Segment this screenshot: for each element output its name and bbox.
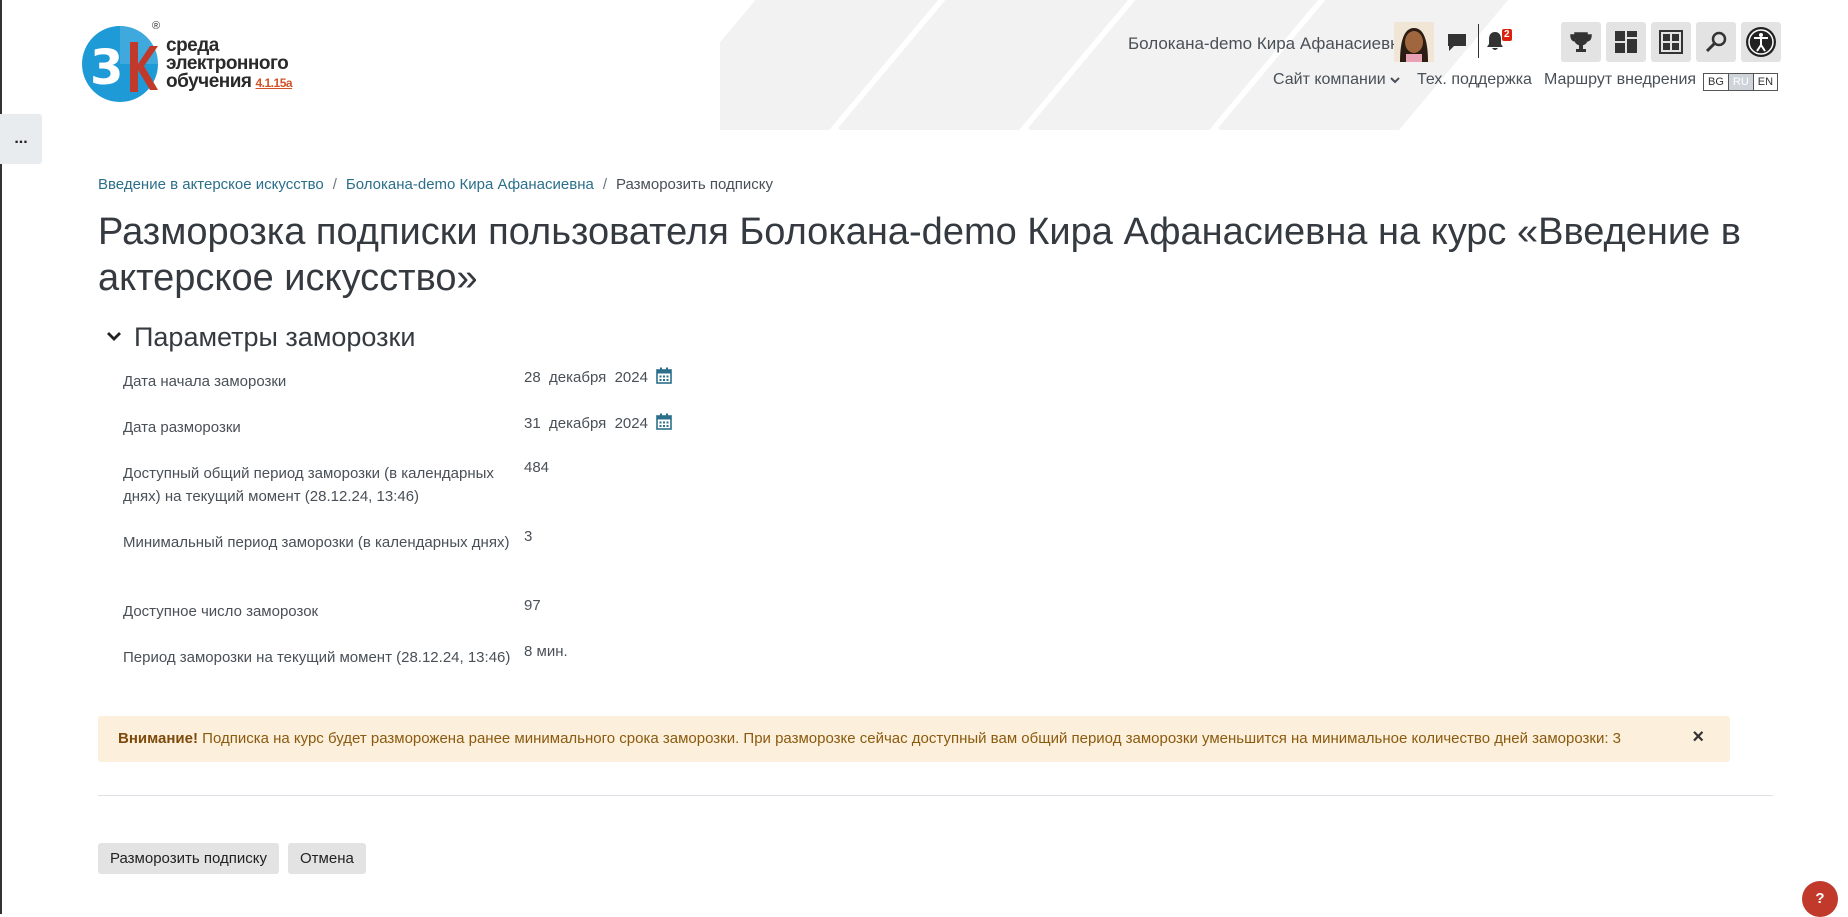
svg-text:3: 3	[90, 40, 123, 96]
nav-implementation-route[interactable]: Маршрут внедрения	[1544, 71, 1696, 89]
chevron-down-icon	[1390, 71, 1400, 88]
start-date-month[interactable]: декабря	[549, 369, 606, 386]
logo-text: среда электронного обучения 4.1.15a	[166, 36, 293, 92]
drawer-toggle-button[interactable]: ...	[0, 114, 42, 164]
calendar-icon[interactable]	[656, 413, 672, 434]
field-label-min-period: Минимальный период заморозки (в календар…	[123, 534, 510, 551]
breadcrumb: Введение в актерское искусство / Болокана-…	[98, 176, 773, 193]
unfreeze-submit-button[interactable]: Разморозить подписку	[98, 843, 279, 874]
messages-icon[interactable]	[1446, 32, 1468, 57]
dashboard-icon	[1615, 31, 1637, 53]
calendar-icon[interactable]	[656, 367, 672, 388]
dashboard-button[interactable]	[1606, 22, 1646, 62]
nav-support[interactable]: Тех. поддержка	[1417, 71, 1532, 89]
section-title: Параметры заморозки	[134, 322, 416, 352]
trophy-icon	[1570, 32, 1592, 52]
section-header-freeze-params[interactable]: Параметры заморозки	[106, 322, 415, 353]
cancel-button[interactable]: Отмена	[288, 843, 366, 874]
breadcrumb-separator: /	[332, 176, 337, 193]
end-date-year[interactable]: 2024	[615, 415, 648, 432]
breadcrumb-current: Разморозить подписку	[616, 176, 773, 193]
user-menu-name[interactable]: Болокана-demo Кира Афанасиевна	[1128, 34, 1409, 54]
end-date-day[interactable]: 31	[524, 415, 541, 432]
nav-company-site[interactable]: Сайт компании	[1273, 71, 1400, 89]
alert-strong: Внимание!	[118, 730, 198, 747]
start-date-year[interactable]: 2024	[615, 369, 648, 386]
divider	[98, 795, 1773, 796]
lang-en[interactable]: EN	[1754, 74, 1777, 90]
schedule-button[interactable]	[1651, 22, 1691, 62]
current-period-value: 8 мин.	[524, 643, 568, 660]
achievements-button[interactable]	[1561, 22, 1601, 62]
alert-text: Подписка на курс будет разморожена ранее…	[202, 730, 1622, 747]
freeze-count-value: 97	[524, 597, 541, 614]
accessibility-button[interactable]	[1741, 22, 1781, 62]
close-icon[interactable]: ×	[1692, 726, 1704, 749]
field-label-available-total: Доступный общий период заморозки (в кале…	[123, 465, 494, 505]
start-date-day[interactable]: 28	[524, 369, 541, 386]
min-period-value: 3	[524, 528, 533, 545]
field-label-start-date: Дата начала заморозки	[123, 373, 287, 390]
start-date-picker[interactable]: 28 декабря 2024	[524, 367, 672, 388]
search-button[interactable]	[1696, 22, 1736, 62]
avatar-image	[1394, 22, 1434, 62]
logo-line-3: обучения	[166, 71, 252, 92]
logo-mark-icon: 3	[82, 26, 158, 102]
warning-alert: Внимание! Подписка на курс будет разморо…	[98, 716, 1730, 762]
lang-ru[interactable]: RU	[1728, 74, 1754, 90]
lang-bg[interactable]: BG	[1704, 74, 1729, 90]
search-icon	[1705, 31, 1727, 53]
notifications-count-badge: 2	[1502, 29, 1512, 41]
available-total-value: 484	[524, 459, 550, 476]
field-label-current-period: Период заморозки на текущий момент (28.1…	[123, 649, 511, 666]
logo-version[interactable]: 4.1.15a	[256, 76, 293, 90]
breadcrumb-course-link[interactable]: Введение в актерское искусство	[98, 176, 324, 193]
logo-registered-mark: ®	[152, 20, 161, 32]
header-background-decoration	[720, 0, 1620, 130]
user-avatar[interactable]	[1394, 22, 1434, 62]
end-date-picker[interactable]: 31 декабря 2024	[524, 413, 672, 434]
site-logo[interactable]: 3 ® среда электронного обучения 4.1.15a	[80, 20, 300, 106]
language-switcher: BG RU EN	[1703, 73, 1779, 91]
help-button[interactable]: ?	[1802, 881, 1838, 917]
field-label-end-date: Дата разморозки	[123, 419, 241, 436]
header-divider	[1478, 24, 1479, 58]
page-title: Разморозка подписки пользователя Болокан…	[98, 211, 1741, 299]
field-label-freeze-count: Доступное число заморозок	[123, 603, 319, 620]
breadcrumb-separator: /	[602, 176, 607, 193]
calendar-grid-icon	[1659, 30, 1683, 54]
collapse-chevron-icon[interactable]	[106, 329, 122, 347]
breadcrumb-user-link[interactable]: Болокана-demo Кира Афанасиевна	[346, 176, 594, 193]
accessibility-icon	[1746, 27, 1776, 57]
nav-company-label: Сайт компании	[1273, 71, 1386, 88]
alert-message: Внимание! Подписка на курс будет разморо…	[118, 730, 1621, 747]
end-date-month[interactable]: декабря	[549, 415, 606, 432]
